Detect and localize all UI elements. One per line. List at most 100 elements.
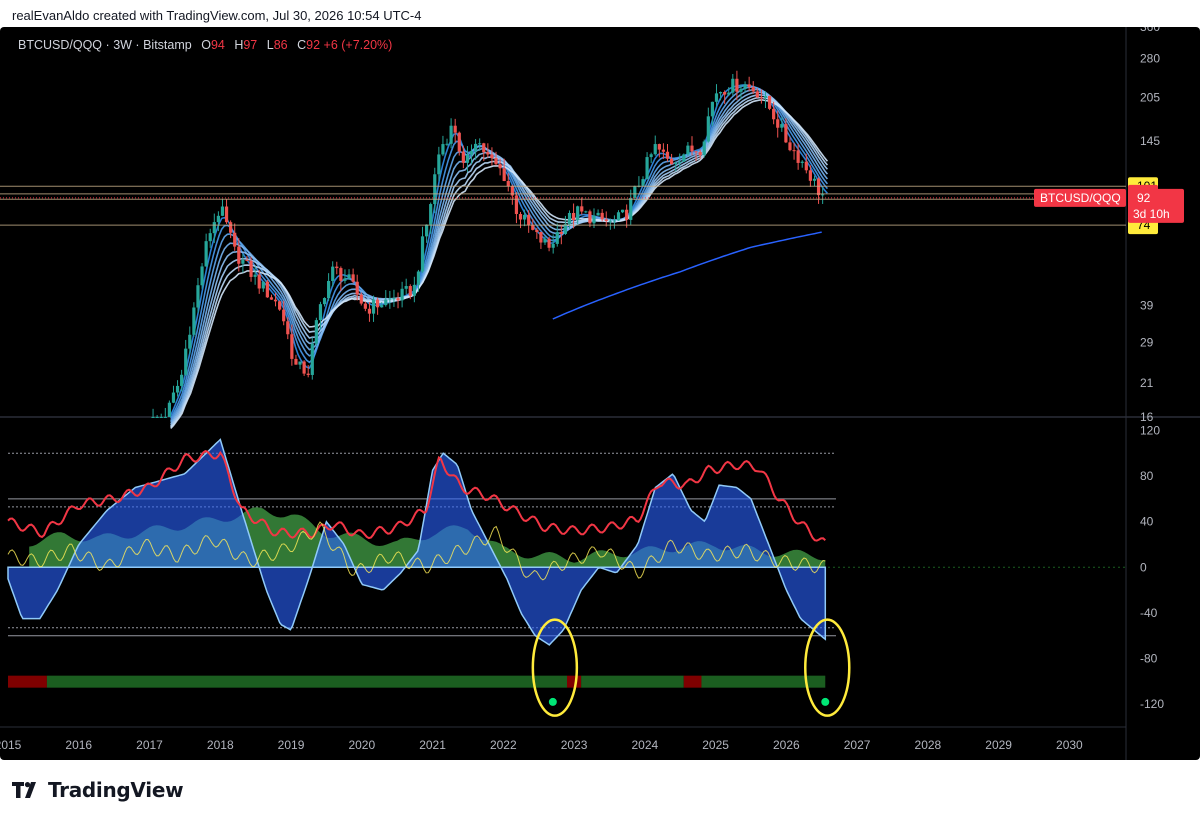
candle-body: [184, 348, 188, 375]
candle-body: [347, 274, 351, 279]
candle-body: [596, 212, 600, 216]
candle-body: [163, 417, 167, 418]
candle-body: [653, 144, 657, 155]
ribbon-line: [169, 84, 828, 416]
candle-body: [710, 101, 715, 117]
candle-body: [600, 212, 604, 220]
candle-body: [212, 222, 216, 234]
candle-body: [551, 243, 555, 248]
candle-body: [592, 215, 596, 224]
oscillator-axis-tick-label: -40: [1140, 606, 1158, 620]
bar-countdown: 3d 10h: [1133, 207, 1170, 221]
candle-body: [641, 179, 645, 186]
candle-body: [314, 320, 318, 344]
symbol-legend[interactable]: BTCUSD/QQQ · 3W · Bitstamp O94 H97 L86 C…: [18, 37, 392, 53]
candle-body: [400, 288, 404, 301]
candle-body: [445, 143, 449, 145]
candle-body: [743, 84, 747, 89]
candle-body: [282, 309, 286, 322]
candle-body: [224, 206, 229, 223]
time-axis-year-label: 2024: [631, 738, 658, 752]
candle-body: [763, 95, 768, 98]
candle-body: [747, 84, 751, 88]
candle-body: [412, 284, 416, 296]
change-value: +6 (+7.20%): [323, 38, 393, 52]
price-chart-canvas[interactable]: 3602802051453929211610195918374BTCUSD/QQ…: [0, 27, 1200, 760]
candle-body: [249, 260, 253, 277]
candle-body: [253, 274, 257, 277]
chart-frame[interactable]: 3602802051453929211610195918374BTCUSD/QQ…: [0, 27, 1200, 760]
candle-body: [620, 209, 625, 213]
candle-body: [727, 92, 731, 95]
candle-body: [690, 145, 694, 152]
candle-body: [265, 281, 269, 298]
candle-body: [478, 143, 482, 145]
candle-body: [327, 280, 331, 299]
candle-body: [367, 308, 372, 314]
symbol-exchange: Bitstamp: [143, 38, 192, 52]
candle-body: [518, 213, 523, 220]
low-label: L: [266, 38, 274, 52]
candle-body: [645, 157, 649, 180]
candle-body: [808, 170, 812, 181]
candle-body: [706, 116, 710, 142]
long-moving-average-line: [552, 231, 822, 320]
price-axis-tick-label: 145: [1140, 134, 1160, 148]
candle-body: [269, 297, 274, 300]
high-value: 97: [243, 38, 258, 52]
candle-body: [555, 232, 559, 244]
candle-body: [241, 259, 245, 264]
candle-body: [694, 151, 698, 153]
candle-body: [159, 417, 163, 418]
candle-body: [535, 229, 539, 233]
candle-body: [735, 78, 739, 92]
candle-body: [816, 178, 821, 196]
candle-body: [665, 151, 670, 159]
close-label: C: [297, 38, 307, 52]
candle-body: [420, 236, 425, 272]
price-axis-tick-label: 205: [1140, 91, 1160, 105]
candle-body: [682, 154, 686, 162]
low-value: 86: [273, 38, 288, 52]
candle-body: [788, 142, 792, 151]
candle-body: [821, 194, 825, 196]
candle-body: [429, 204, 433, 225]
time-axis-year-label: 2023: [561, 738, 588, 752]
candle-body: [506, 181, 510, 187]
candle-body: [208, 233, 212, 242]
symbol-interval: 3W: [113, 38, 132, 52]
symbol-name[interactable]: BTCUSD/QQQ: [18, 38, 102, 52]
candle-body: [482, 143, 486, 153]
oscillator-axis-tick-label: -120: [1140, 697, 1164, 711]
candle-body: [649, 154, 653, 158]
candle-body: [192, 307, 196, 335]
tradingview-logo[interactable]: TradingView: [12, 777, 184, 803]
candle-body: [698, 152, 702, 156]
candle-body: [629, 197, 633, 220]
candle-body: [384, 299, 388, 306]
candle-body: [216, 215, 220, 223]
chart-caption: realEvanAldo created with TradingView.co…: [12, 8, 422, 23]
open-value: 94: [210, 38, 225, 52]
candle-body: [339, 268, 343, 281]
price-axis-tick-label: 29: [1140, 336, 1154, 350]
time-axis-year-label: 2017: [136, 738, 163, 752]
candle-body: [702, 141, 706, 156]
candle-body: [465, 154, 470, 163]
candle-body: [416, 271, 421, 285]
candle-body: [343, 278, 347, 281]
candle-body: [457, 132, 461, 152]
candle-body: [425, 224, 429, 237]
legend-separator: ·: [105, 38, 110, 52]
candle-body: [804, 161, 808, 171]
candle-body: [286, 321, 290, 335]
time-axis-year-label: 2029: [985, 738, 1012, 752]
candle-body: [233, 232, 237, 247]
candle-body: [363, 303, 367, 309]
candle-body: [612, 220, 617, 222]
oscillator-axis-tick-label: 40: [1140, 515, 1154, 529]
candle-body: [298, 361, 302, 365]
candle-body: [772, 108, 776, 120]
signal-dot: [821, 697, 830, 706]
time-axis-year-label: 2030: [1056, 738, 1083, 752]
